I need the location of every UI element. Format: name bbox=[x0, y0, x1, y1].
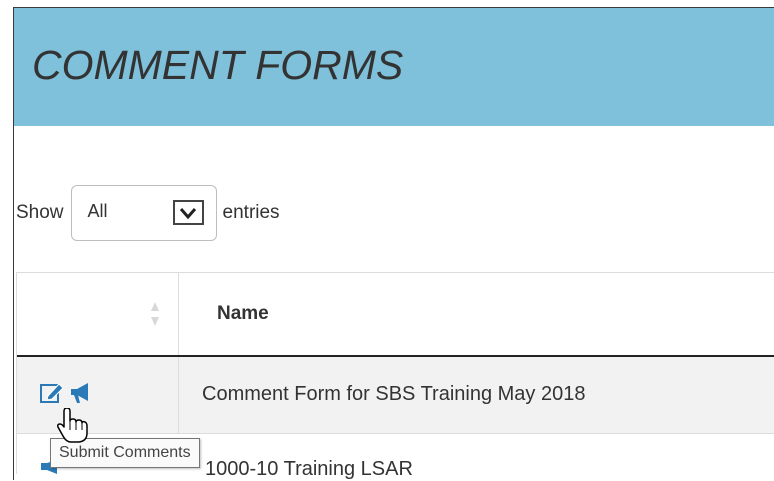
entries-select[interactable]: All bbox=[70, 185, 217, 241]
entries-label: entries bbox=[222, 202, 280, 223]
megaphone-icon[interactable] bbox=[69, 382, 93, 404]
name-column-header[interactable]: Name bbox=[217, 303, 269, 325]
form-name-link[interactable]: 1000-10 Training LSAR bbox=[205, 458, 413, 481]
show-label: Show bbox=[16, 202, 64, 223]
page-title: COMMENT FORMS bbox=[32, 42, 404, 88]
table-header: Name bbox=[17, 273, 774, 357]
row-actions bbox=[17, 357, 179, 433]
sort-icon[interactable] bbox=[150, 301, 160, 327]
entries-select-value: All bbox=[87, 201, 108, 221]
form-name-link[interactable]: Comment Form for SBS Training May 2018 bbox=[202, 383, 585, 406]
actions-column-header[interactable] bbox=[17, 273, 179, 355]
page-header: COMMENT FORMS bbox=[14, 8, 774, 126]
edit-icon[interactable] bbox=[40, 381, 66, 405]
table-row: Comment Form for SBS Training May 2018 bbox=[17, 357, 774, 434]
entries-length-control: Show All entries bbox=[16, 183, 280, 243]
chevron-down-icon[interactable] bbox=[172, 200, 204, 225]
tooltip-text: Submit Comments bbox=[59, 444, 191, 461]
hand-cursor-icon bbox=[57, 408, 88, 443]
